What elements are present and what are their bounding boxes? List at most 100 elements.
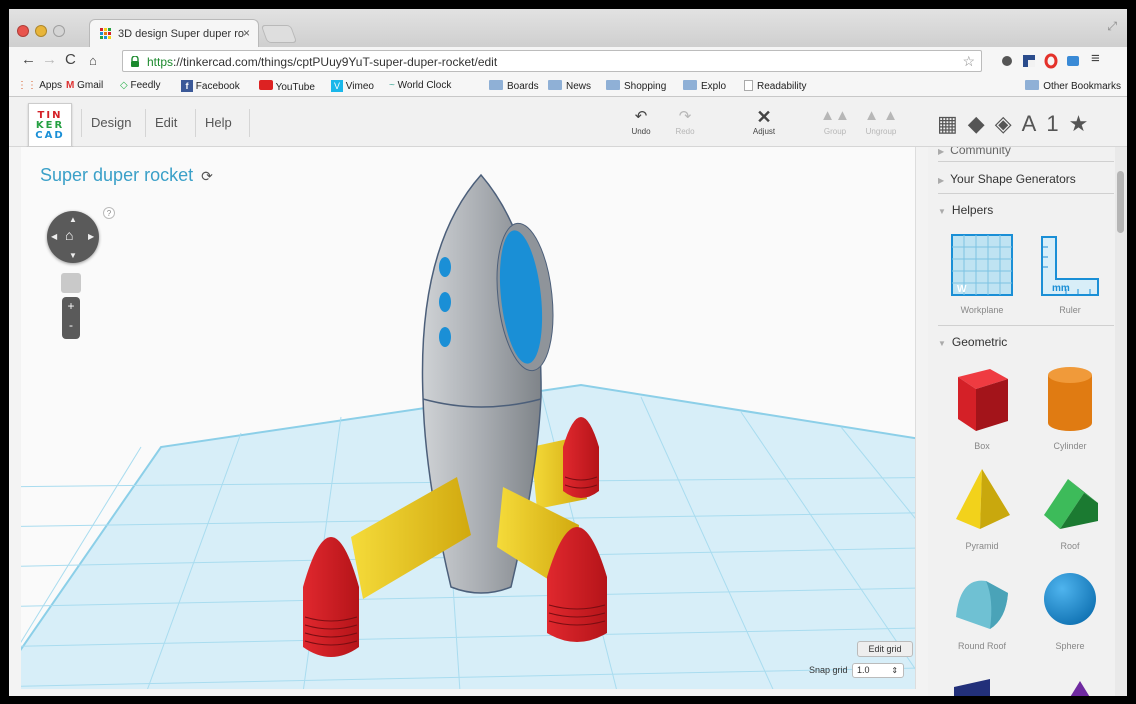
menu-separator — [81, 109, 82, 137]
close-window-button[interactable] — [17, 25, 29, 37]
item-label: Round Roof — [957, 641, 1007, 651]
other-bookmarks[interactable]: Other Bookmarks — [1025, 80, 1121, 92]
bookmark-feedly[interactable]: ◇ Feedly — [120, 80, 161, 91]
cylinder-icon — [1048, 367, 1092, 431]
refresh-icon[interactable]: ⟳ — [201, 168, 213, 184]
edit-grid-button[interactable]: Edit grid — [857, 641, 913, 657]
arrow-right-icon[interactable]: ▶ — [88, 232, 94, 241]
bookmark-news[interactable]: News — [548, 80, 591, 92]
bookmark-youtube[interactable]: YouTube — [259, 80, 315, 93]
shape-roof[interactable]: Roof — [1028, 463, 1112, 551]
extension-icon[interactable] — [1021, 53, 1037, 69]
workplane-mark: W — [957, 284, 967, 295]
arrow-down-icon[interactable]: ▼ — [69, 251, 77, 260]
favorites-star-icon[interactable]: ★ — [1069, 111, 1089, 137]
expand-triangle-icon: ▶ — [938, 176, 945, 185]
menu-design[interactable]: Design — [91, 115, 131, 130]
youtube-icon — [259, 80, 273, 90]
item-label: Workplane — [960, 305, 1004, 315]
tab-title: 3D design Super duper ro — [118, 28, 244, 40]
helper-workplane[interactable]: W Workplane — [940, 233, 1024, 315]
back-icon[interactable]: ← — [21, 51, 36, 68]
zoom-in-button[interactable]: + — [62, 297, 80, 316]
reload-icon[interactable]: C — [65, 51, 76, 68]
navigation-help-icon[interactable]: ? — [103, 207, 115, 219]
sidebar-scrollbar[interactable] — [1115, 147, 1127, 696]
fullscreen-icon[interactable]: ⤢ — [1107, 19, 1117, 34]
vimeo-icon: V — [331, 80, 343, 92]
undo-button[interactable]: ↶ Undo — [621, 107, 661, 136]
collapse-triangle-icon: ▼ — [938, 207, 946, 216]
rocket-porthole[interactable] — [439, 327, 451, 347]
helper-ruler[interactable]: mm Ruler — [1028, 233, 1112, 315]
view-navigation-control[interactable]: ▲ ▼ ◀ ▶ ⌂ — [47, 211, 99, 263]
zoom-out-button[interactable]: - — [62, 316, 80, 335]
minimize-window-button[interactable] — [35, 25, 47, 37]
solid-cube-icon[interactable]: ◆ — [968, 111, 985, 137]
scene — [21, 173, 915, 689]
bookmark-explo[interactable]: Explo — [683, 80, 726, 92]
wire-cube-icon[interactable]: ◈ — [995, 111, 1012, 137]
bookmark-readability[interactable]: Readability — [744, 80, 806, 92]
bookmark-gmail[interactable]: M Gmail — [66, 80, 103, 91]
opera-icon[interactable] — [1043, 53, 1059, 69]
number-tab[interactable]: 1 — [1046, 111, 1058, 137]
shape-round-roof[interactable]: Round Roof — [940, 563, 1024, 651]
world-clock-icon: ~ — [389, 80, 395, 91]
shape-box[interactable]: Box — [940, 363, 1024, 451]
menu-icon[interactable]: ≡ — [1091, 50, 1100, 67]
shape-pyramid[interactable]: Pyramid — [940, 463, 1024, 551]
snap-grid-control: Snap grid 1.0 ⇕ — [809, 663, 905, 678]
adjust-button[interactable]: ✕ Adjust — [744, 107, 784, 136]
snap-grid-select[interactable]: 1.0 ⇕ — [852, 663, 905, 678]
scrollbar-thumb[interactable] — [1117, 171, 1124, 233]
arrow-up-icon[interactable]: ▲ — [69, 215, 77, 224]
forward-icon[interactable]: → — [42, 51, 57, 68]
text-tab[interactable]: A — [1022, 111, 1037, 137]
redo-button[interactable]: ↷ Redo — [665, 107, 705, 136]
redo-icon: ↷ — [678, 108, 692, 125]
section-geometric[interactable]: ▼ Geometric — [938, 335, 1114, 349]
home-icon[interactable]: ⌂ — [89, 53, 97, 68]
section-helpers[interactable]: ▼ Helpers — [938, 203, 1114, 217]
rocket-porthole[interactable] — [439, 257, 451, 277]
workplane-view-icon[interactable]: ▦ — [937, 111, 958, 137]
bookmark-facebook[interactable]: f Facebook — [181, 80, 240, 92]
ruler-unit: mm — [1052, 283, 1070, 294]
tab-close-icon[interactable]: × — [243, 26, 250, 40]
sphere-icon — [1044, 573, 1096, 625]
tinkercad-logo[interactable]: TIN KER CAD — [28, 103, 72, 147]
bookmark-boards[interactable]: Boards — [489, 80, 539, 92]
home-view-icon[interactable]: ⌂ — [65, 227, 73, 243]
ungroup-button[interactable]: ▲ ▲ Ungroup — [861, 107, 901, 136]
bookmark-world-clock[interactable]: ~ World Clock — [389, 80, 451, 91]
folder-icon — [1025, 80, 1040, 90]
collapse-triangle-icon: ▼ — [938, 339, 946, 348]
bookmark-star-icon[interactable]: ☆ — [962, 53, 975, 70]
group-button[interactable]: ▲▲ Group — [815, 107, 855, 136]
folder-icon — [683, 80, 697, 90]
shape-sphere[interactable]: Sphere — [1028, 563, 1112, 651]
bookmark-vimeo[interactable]: V Vimeo — [331, 80, 374, 92]
folder-icon — [548, 80, 562, 90]
snap-grid-value: 1.0 — [857, 665, 870, 675]
fit-view-button[interactable] — [61, 273, 81, 293]
menu-edit[interactable]: Edit — [155, 115, 177, 130]
arrow-left-icon[interactable]: ◀ — [51, 232, 57, 241]
rocket-porthole[interactable] — [439, 292, 451, 312]
bookmark-shopping[interactable]: Shopping — [606, 80, 666, 92]
menu-help[interactable]: Help — [205, 115, 232, 130]
extension-icon[interactable] — [1065, 53, 1081, 69]
section-shape-generators[interactable]: ▶ Your Shape Generators — [938, 172, 1114, 186]
design-title[interactable]: Super duper rocket — [40, 165, 193, 185]
extension-icon[interactable] — [999, 53, 1015, 69]
browser-tab[interactable]: 3D design Super duper ro × — [89, 19, 259, 47]
shape-cylinder[interactable]: Cylinder — [1028, 363, 1112, 451]
new-tab-button[interactable] — [260, 25, 298, 43]
3d-viewport[interactable]: Super duper rocket ⟳ ▲ ▼ ◀ ▶ ⌂ ? + - Edit… — [21, 147, 916, 689]
address-bar[interactable]: https://tinkercad.com/things/cptPUuy9YuT… — [122, 50, 982, 72]
zoom-window-button[interactable] — [53, 25, 65, 37]
bookmark-apps[interactable]: ⋮⋮ Apps — [17, 80, 62, 91]
section-community[interactable]: ▶ Community — [938, 147, 1114, 157]
feedly-icon: ◇ — [120, 80, 128, 91]
